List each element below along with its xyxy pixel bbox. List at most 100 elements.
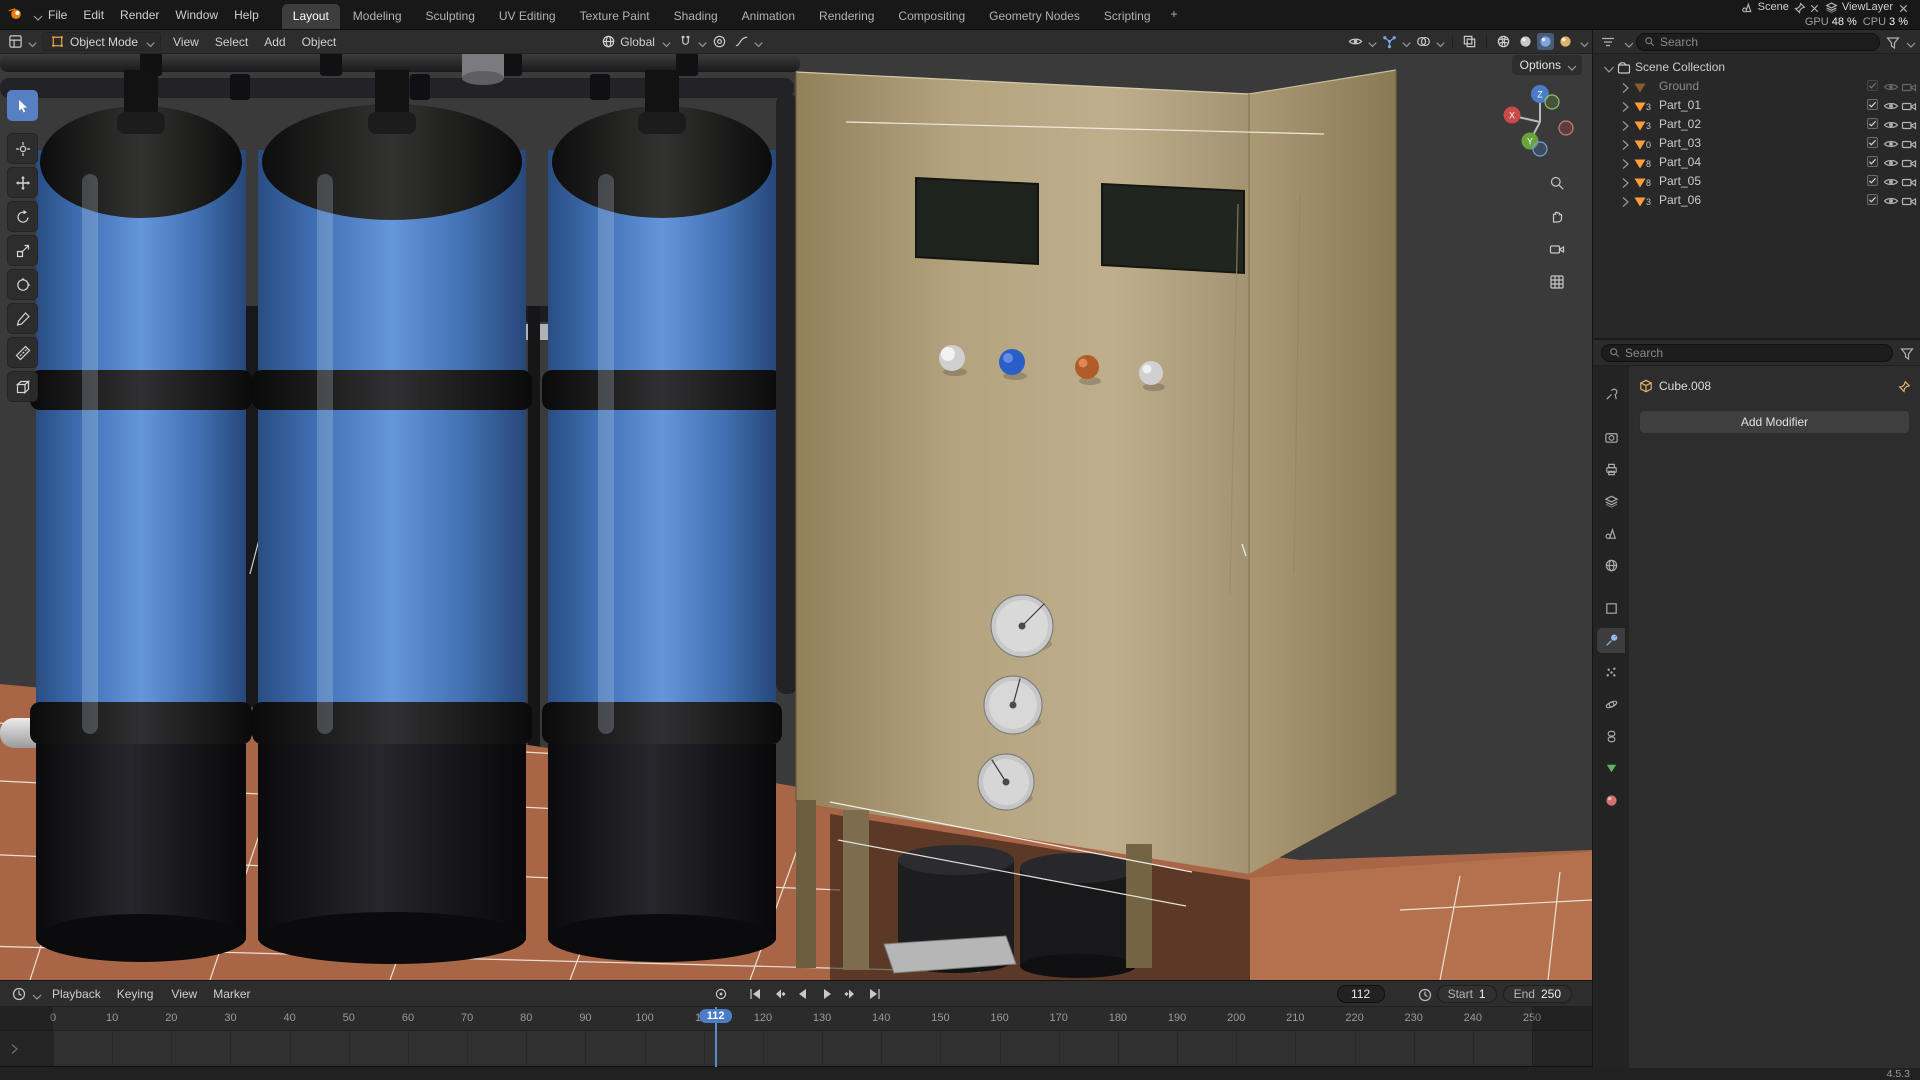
outliner-item[interactable]: 3 Part_01 (1593, 95, 1920, 114)
expand-icon[interactable] (1617, 80, 1629, 92)
properties-tab-render[interactable] (1597, 425, 1625, 450)
timeline-menu-item[interactable]: View (163, 984, 205, 1004)
outliner-item[interactable]: 8 Part_04 (1593, 152, 1920, 171)
exclude-checkbox[interactable] (1867, 99, 1878, 110)
workspace-tab[interactable]: Sculpting (415, 4, 486, 29)
workspace-tab[interactable]: Compositing (887, 4, 976, 29)
under-cabinet-vessels[interactable] (883, 845, 1136, 978)
expand-icon[interactable] (1617, 137, 1629, 149)
disable-render-icon[interactable] (1901, 79, 1914, 92)
viewport-menu-item[interactable]: View (165, 32, 207, 52)
start-frame-field[interactable]: Start 1 (1436, 984, 1497, 1003)
navigation-gizmo[interactable]: X Y Z (1500, 82, 1578, 160)
properties-tab-output[interactable] (1597, 457, 1625, 482)
exclude-checkbox[interactable] (1867, 175, 1878, 186)
scene-render[interactable] (0, 54, 1592, 980)
expand-icon[interactable] (1617, 99, 1629, 111)
tank-2[interactable] (252, 70, 532, 964)
properties-tab-material[interactable] (1597, 788, 1625, 813)
display-mode-icon[interactable] (1600, 34, 1616, 50)
side-pipe[interactable] (776, 94, 798, 694)
viewport-menu-item[interactable]: Select (207, 32, 256, 52)
workspace-tab[interactable]: Rendering (808, 4, 885, 29)
display-mode-caret-icon[interactable] (1621, 37, 1631, 47)
viewport-menu-item[interactable]: Add (256, 32, 293, 52)
properties-search-input[interactable]: Search (1601, 343, 1893, 362)
axis-x-neg-ball[interactable] (1558, 120, 1574, 136)
filter-caret-icon[interactable] (1903, 37, 1913, 47)
properties-tab-physics[interactable] (1597, 692, 1625, 717)
viewport-3d[interactable]: X Y Z Options (0, 54, 1592, 980)
shading-material-button[interactable] (1537, 33, 1554, 50)
properties-tab-object[interactable] (1597, 596, 1625, 621)
play-button[interactable] (816, 984, 838, 1004)
menubar-item[interactable]: File (40, 5, 75, 25)
visibility-dropdown[interactable] (1345, 32, 1378, 51)
outliner-item[interactable]: 0 Part_03 (1593, 133, 1920, 152)
properties-tab-particles[interactable] (1597, 660, 1625, 685)
expand-icon[interactable] (1617, 175, 1629, 187)
jump-to-end-button[interactable] (864, 984, 886, 1004)
workspace-tab[interactable]: UV Editing (488, 4, 567, 29)
hide-eye-icon[interactable] (1883, 98, 1896, 111)
menubar-item[interactable]: Help (226, 5, 267, 25)
add-workspace-button[interactable]: + (1163, 3, 1186, 27)
timeline-ruler[interactable]: 0102030405060708090100110120130140150160… (0, 1007, 1592, 1031)
mode-selector[interactable]: Object Mode (42, 32, 162, 51)
playhead[interactable]: 112 (698, 1007, 733, 1067)
disable-render-icon[interactable] (1901, 98, 1914, 111)
remove-viewlayer-icon[interactable] (1897, 2, 1908, 13)
unlink-scene-icon[interactable] (1808, 2, 1819, 13)
workspace-tab[interactable]: Scripting (1093, 4, 1162, 29)
outliner-item[interactable]: 8 Part_05 (1593, 171, 1920, 190)
workspace-tab[interactable]: Layout (281, 4, 340, 29)
timeline-editor-type-button[interactable] (8, 984, 42, 1004)
viewlayer-selector[interactable]: ViewLayer (1825, 1, 1908, 14)
disable-render-icon[interactable] (1901, 174, 1914, 187)
outliner-item[interactable]: 3 Part_02 (1593, 114, 1920, 133)
exclude-checkbox[interactable] (1867, 118, 1878, 129)
pan-button[interactable] (1544, 203, 1570, 229)
properties-tab-data[interactable] (1597, 756, 1625, 781)
disable-render-icon[interactable] (1901, 193, 1914, 206)
proportional-edit-toggle[interactable] (709, 32, 730, 51)
properties-filter-icon[interactable] (1899, 346, 1912, 359)
hide-eye-icon[interactable] (1883, 174, 1896, 187)
exclude-checkbox[interactable] (1867, 156, 1878, 167)
properties-tab-tool[interactable] (1597, 382, 1625, 407)
scene-selector[interactable]: Scene (1741, 1, 1819, 14)
tool-cursor-button[interactable] (7, 133, 38, 164)
properties-tab-world[interactable] (1597, 553, 1625, 578)
pin-id-icon[interactable] (1897, 380, 1910, 393)
timeline-menu-item[interactable]: Marker (205, 984, 258, 1004)
app-menu-caret-icon[interactable] (30, 10, 40, 20)
hide-eye-icon[interactable] (1883, 193, 1896, 206)
timeline-track[interactable] (0, 1031, 1592, 1065)
transform-orientation-selector[interactable]: Global (596, 33, 674, 50)
exclude-checkbox[interactable] (1867, 80, 1878, 91)
expand-icon[interactable] (1617, 118, 1629, 130)
hide-eye-icon[interactable] (1883, 117, 1896, 130)
tank-3[interactable] (542, 70, 782, 962)
exclude-checkbox[interactable] (1867, 194, 1878, 205)
workspace-tab[interactable]: Modeling (342, 4, 413, 29)
editor-type-button[interactable] (5, 32, 38, 51)
tool-add-cube-button[interactable] (7, 371, 38, 402)
workspace-tab[interactable]: Geometry Nodes (978, 4, 1091, 29)
snap-toggle[interactable] (675, 32, 708, 51)
ortho-toggle-button[interactable] (1544, 269, 1570, 295)
falloff-selector[interactable] (731, 32, 764, 51)
tool-move-button[interactable] (7, 167, 38, 198)
workspace-tab[interactable]: Shading (663, 4, 729, 29)
tool-scale-button[interactable] (7, 235, 38, 266)
tool-transform-button[interactable] (7, 269, 38, 300)
hide-eye-icon[interactable] (1883, 79, 1896, 92)
workspace-tab[interactable]: Animation (731, 4, 806, 29)
filter-icon[interactable] (1885, 35, 1898, 48)
pin-icon[interactable] (1793, 2, 1804, 13)
disable-render-icon[interactable] (1901, 136, 1914, 149)
tool-rotate-button[interactable] (7, 201, 38, 232)
menubar-item[interactable]: Window (167, 5, 226, 25)
gizmos-dropdown[interactable] (1379, 32, 1412, 51)
shading-rendered-button[interactable] (1555, 32, 1576, 51)
